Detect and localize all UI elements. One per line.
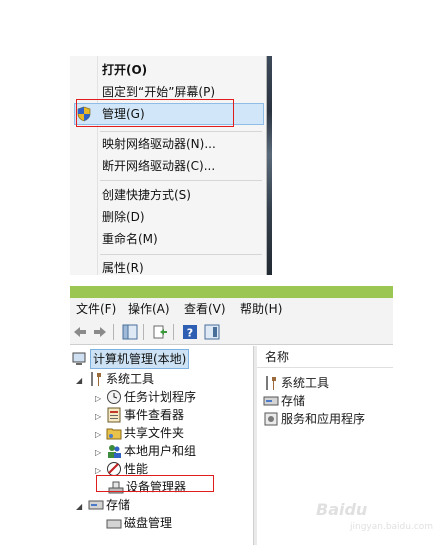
context-menu: 打开(O) 固定到“开始”屏幕(P) 管理(G) 映射网络驱动器(N)... 断… <box>70 56 267 275</box>
help-icon[interactable]: ? <box>182 324 198 340</box>
menu-action[interactable]: 操作(A) <box>128 301 170 317</box>
computer-management-icon <box>72 352 86 365</box>
menu-icon-gutter <box>97 56 98 275</box>
users-icon <box>108 445 121 458</box>
window-titlebar <box>70 286 393 298</box>
annotation-red-box-device-manager <box>96 475 214 492</box>
services-icon <box>264 412 278 426</box>
menu-file[interactable]: 文件(F) <box>76 301 116 317</box>
menu-view[interactable]: 查看(V) <box>184 301 226 317</box>
menu-separator <box>100 254 262 255</box>
tools-icon <box>266 376 276 390</box>
properties-icon[interactable] <box>204 324 220 340</box>
toolbar: ? <box>70 320 393 345</box>
console-tree: 计算机管理(本地) ◢ 系统工具 ▷ 任务计划程序 ▷ 事件查看器 ▷ 共享文件… <box>70 346 253 545</box>
clock-icon <box>107 390 121 404</box>
menu-item-map-network-drive[interactable]: 映射网络驱动器(N)... <box>102 133 216 155</box>
show-hide-tree-icon[interactable] <box>122 324 138 340</box>
shared-folder-icon <box>106 428 122 440</box>
annotation-red-box-manage <box>76 99 234 127</box>
expand-arrow-icon[interactable]: ▷ <box>95 394 103 404</box>
menu-item-create-shortcut[interactable]: 创建快捷方式(S) <box>102 184 191 206</box>
menu-item-rename[interactable]: 重命名(M) <box>102 228 158 250</box>
expand-arrow-icon[interactable]: ▷ <box>95 430 103 440</box>
collapse-arrow-icon[interactable]: ◢ <box>76 502 84 512</box>
storage-icon <box>263 396 279 406</box>
back-arrow-icon[interactable] <box>72 324 88 340</box>
expand-arrow-icon[interactable]: ▷ <box>95 412 103 422</box>
menu-item-open[interactable]: 打开(O) <box>102 59 147 81</box>
watermark-logo: Baidu jingyan.baidu.com <box>316 500 434 532</box>
menu-separator <box>100 180 262 181</box>
collapse-arrow-icon[interactable]: ◢ <box>76 376 84 386</box>
menu-item-delete[interactable]: 删除(D) <box>102 206 145 228</box>
menu-item-disconnect-network-drive[interactable]: 断开网络驱动器(C)... <box>102 155 215 177</box>
menu-help[interactable]: 帮助(H) <box>240 301 282 317</box>
toolbar-separator <box>173 324 174 340</box>
toolbar-separator <box>143 324 144 340</box>
export-list-icon[interactable] <box>152 324 168 340</box>
toolbar-separator <box>113 324 114 340</box>
menu-item-properties[interactable]: 属性(R) <box>102 257 144 275</box>
storage-icon <box>88 500 104 510</box>
svg-text:?: ? <box>187 327 193 340</box>
forward-arrow-icon[interactable] <box>92 324 108 340</box>
expand-arrow-icon[interactable]: ▷ <box>95 448 103 458</box>
tools-icon <box>91 372 101 386</box>
disk-management-icon <box>106 519 122 529</box>
event-viewer-icon <box>107 407 121 423</box>
column-header-name[interactable]: 名称 <box>257 346 393 368</box>
menubar: 文件(F) 操作(A) 查看(V) 帮助(H) <box>70 298 393 321</box>
menu-separator <box>100 131 262 132</box>
context-menu-screenshot: 打开(O) 固定到“开始”屏幕(P) 管理(G) 映射网络驱动器(N)... 断… <box>70 56 272 275</box>
